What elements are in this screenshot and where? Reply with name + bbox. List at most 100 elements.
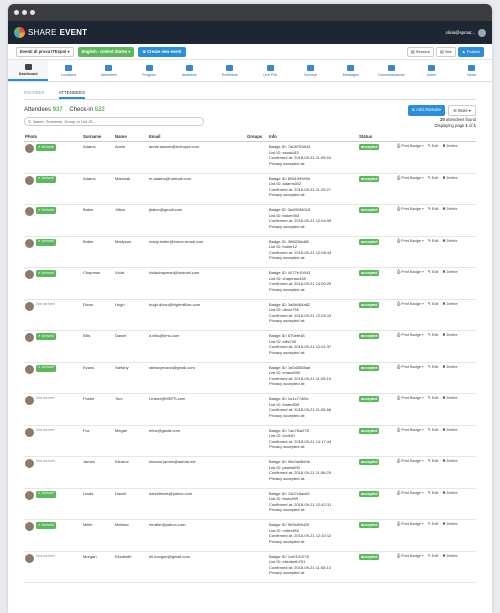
nav-item[interactable]: Locations xyxy=(48,60,88,81)
user-menu[interactable]: silvia@sprout... xyxy=(446,28,486,37)
nav-item[interactable]: Messages xyxy=(331,60,371,81)
window-dot[interactable] xyxy=(14,10,19,15)
create-event-button[interactable]: ⊕ Create new event xyxy=(138,46,186,57)
language-select[interactable]: English - United States ▾ xyxy=(77,46,135,57)
arrival-status[interactable]: ✔ Arrived! xyxy=(36,270,57,278)
delete-button[interactable]: ✖ Delete xyxy=(442,396,457,402)
table-row[interactable]: ✔ Arrived! Lewis Daniel daniellewis@yahoo.c… xyxy=(24,488,476,520)
col-email[interactable]: Email xyxy=(148,132,246,142)
edit-button[interactable]: ✎ Edit xyxy=(428,554,439,560)
table-row[interactable]: ✔ Arrived! Baker Jillian jbaker@gmail.com Ba… xyxy=(24,204,476,237)
logo[interactable]: SHARE EVENT xyxy=(14,27,87,38)
window-dot[interactable] xyxy=(22,10,27,15)
table-row[interactable]: ✔ Arrived! Ellis Daniel d.ellis@lens.com Bad… xyxy=(24,330,476,363)
arrival-status[interactable]: ✔ Arrived! xyxy=(36,490,57,498)
print-badge-button[interactable]: ⎙ Print Badge ▾ xyxy=(397,302,424,308)
tab-attendees[interactable]: ATTENDEES xyxy=(58,90,86,99)
arrival-status[interactable]: ✔ Arrived! xyxy=(36,364,57,372)
edit-button[interactable]: ✎ Edit xyxy=(428,428,439,434)
delete-button[interactable]: ✖ Delete xyxy=(442,554,457,560)
col-info[interactable]: Info xyxy=(268,132,358,142)
print-badge-button[interactable]: ⎙ Print Badge ▾ xyxy=(397,239,424,245)
delete-button[interactable]: ✖ Delete xyxy=(442,176,457,182)
table-row[interactable]: ✔ Arrived! Evans Stefany stefanyevans@gmail… xyxy=(24,362,476,394)
arrival-status[interactable]: Not arrived xyxy=(36,428,55,434)
site-button[interactable]: ▤ Site xyxy=(436,46,456,57)
nav-item[interactable]: Surveys xyxy=(290,60,330,81)
print-badge-button[interactable]: ⎙ Print Badge ▾ xyxy=(397,554,424,560)
delete-button[interactable]: ✖ Delete xyxy=(442,144,457,150)
tab-invitees[interactable]: INVITEES xyxy=(24,90,45,99)
session-button[interactable]: ▤ Session xyxy=(406,46,434,57)
arrival-status[interactable]: ✔ Arrived! xyxy=(36,238,57,246)
arrival-status[interactable]: Not arrived xyxy=(36,459,55,465)
col-status[interactable]: Status xyxy=(358,132,396,142)
table-row[interactable]: Not arrived Dixon Hugh hugh.dixon@highmilli… xyxy=(24,299,476,331)
nav-item[interactable]: Program xyxy=(129,60,169,81)
delete-button[interactable]: ✖ Delete xyxy=(442,365,457,371)
print-badge-button[interactable]: ⎙ Print Badge ▾ xyxy=(397,459,424,465)
edit-button[interactable]: ✎ Edit xyxy=(428,396,439,402)
delete-button[interactable]: ✖ Delete xyxy=(442,239,457,245)
nav-item[interactable]: Users xyxy=(411,60,451,81)
table-row[interactable]: ✔ Arrived! Adams Annie annie.adams@entropia… xyxy=(24,141,476,174)
delete-button[interactable]: ✖ Delete xyxy=(442,333,457,339)
nav-item[interactable]: Live Poll xyxy=(250,60,290,81)
nav-item[interactable]: Communications xyxy=(371,60,411,81)
event-select[interactable]: Eventi di prova ITEspol ▾ xyxy=(16,46,74,57)
search-input[interactable]: ⚲ Name, Surname, Group or List ID... xyxy=(24,117,204,126)
col-photo[interactable]: Photo xyxy=(24,132,82,142)
edit-button[interactable]: ✎ Edit xyxy=(428,459,439,465)
edit-button[interactable]: ✎ Edit xyxy=(428,522,439,528)
add-attendee-button[interactable]: ⊕ Add Attendee xyxy=(407,104,446,116)
edit-button[interactable]: ✎ Edit xyxy=(428,239,439,245)
col-surname[interactable]: Surname xyxy=(82,132,114,142)
window-dot[interactable] xyxy=(30,10,35,15)
table-row[interactable]: ✔ Arrived! Adams Marshall m.adams@hotmail.c… xyxy=(24,173,476,205)
table-row[interactable]: ✔ Arrived! Chapman Viola violachapman@hotma… xyxy=(24,267,476,300)
nav-item[interactable]: Dashboard xyxy=(8,60,49,81)
table-row[interactable]: Not arrived James Eleanor eleanor.james@aam… xyxy=(24,456,476,489)
edit-button[interactable]: ✎ Edit xyxy=(428,333,439,339)
edit-button[interactable]: ✎ Edit xyxy=(428,491,439,497)
arrival-status[interactable]: ✔ Arrived! xyxy=(36,333,57,341)
edit-button[interactable]: ✎ Edit xyxy=(428,207,439,213)
arrival-status[interactable]: Not arrived xyxy=(36,554,55,560)
arrival-status[interactable]: ✔ Arrived! xyxy=(36,207,57,215)
edit-button[interactable]: ✎ Edit xyxy=(428,144,439,150)
nav-item[interactable]: News xyxy=(452,60,492,81)
publish-button[interactable]: ▲ Publish xyxy=(457,46,484,57)
edit-button[interactable]: ✎ Edit xyxy=(428,270,439,276)
table-row[interactable]: Not arrived Fox Megan mfox@gmail.com Badge I… xyxy=(24,425,476,457)
nav-item[interactable]: Abstracts xyxy=(169,60,209,81)
nav-item[interactable]: Exhibitors xyxy=(210,60,250,81)
arrival-status[interactable]: ✔ Arrived! xyxy=(36,175,57,183)
print-badge-button[interactable]: ⎙ Print Badge ▾ xyxy=(397,522,424,528)
edit-button[interactable]: ✎ Edit xyxy=(428,176,439,182)
delete-button[interactable]: ✖ Delete xyxy=(442,459,457,465)
delete-button[interactable]: ✖ Delete xyxy=(442,270,457,276)
print-badge-button[interactable]: ⎙ Print Badge ▾ xyxy=(397,207,424,213)
print-badge-button[interactable]: ⎙ Print Badge ▾ xyxy=(397,365,424,371)
print-badge-button[interactable]: ⎙ Print Badge ▾ xyxy=(397,396,424,402)
table-row[interactable]: ✔ Arrived! Butler Madyson mady.butler@home-… xyxy=(24,236,476,268)
delete-button[interactable]: ✖ Delete xyxy=(442,207,457,213)
nav-item[interactable]: Attendees xyxy=(89,60,129,81)
delete-button[interactable]: ✖ Delete xyxy=(442,302,457,308)
table-row[interactable]: Not arrived Morgan Elizabeth eli.morgan@gma… xyxy=(24,551,476,583)
print-badge-button[interactable]: ⎙ Print Badge ▾ xyxy=(397,144,424,150)
edit-button[interactable]: ✎ Edit xyxy=(428,365,439,371)
table-row[interactable]: Not arrived Foster Tom t.foster@MDFS.com Bad… xyxy=(24,393,476,426)
delete-button[interactable]: ✖ Delete xyxy=(442,522,457,528)
print-badge-button[interactable]: ⎙ Print Badge ▾ xyxy=(397,270,424,276)
delete-button[interactable]: ✖ Delete xyxy=(442,491,457,497)
delete-button[interactable]: ✖ Delete xyxy=(442,428,457,434)
print-badge-button[interactable]: ⎙ Print Badge ▾ xyxy=(397,428,424,434)
print-badge-button[interactable]: ⎙ Print Badge ▾ xyxy=(397,176,424,182)
print-badge-button[interactable]: ⎙ Print Badge ▾ xyxy=(397,333,424,339)
arrival-status[interactable]: Not arrived xyxy=(36,396,55,402)
arrival-status[interactable]: ✔ Arrived! xyxy=(36,144,57,152)
arrival-status[interactable]: ✔ Arrived! xyxy=(36,522,57,530)
edit-button[interactable]: ✎ Edit xyxy=(428,302,439,308)
col-name[interactable]: Name xyxy=(114,132,148,142)
